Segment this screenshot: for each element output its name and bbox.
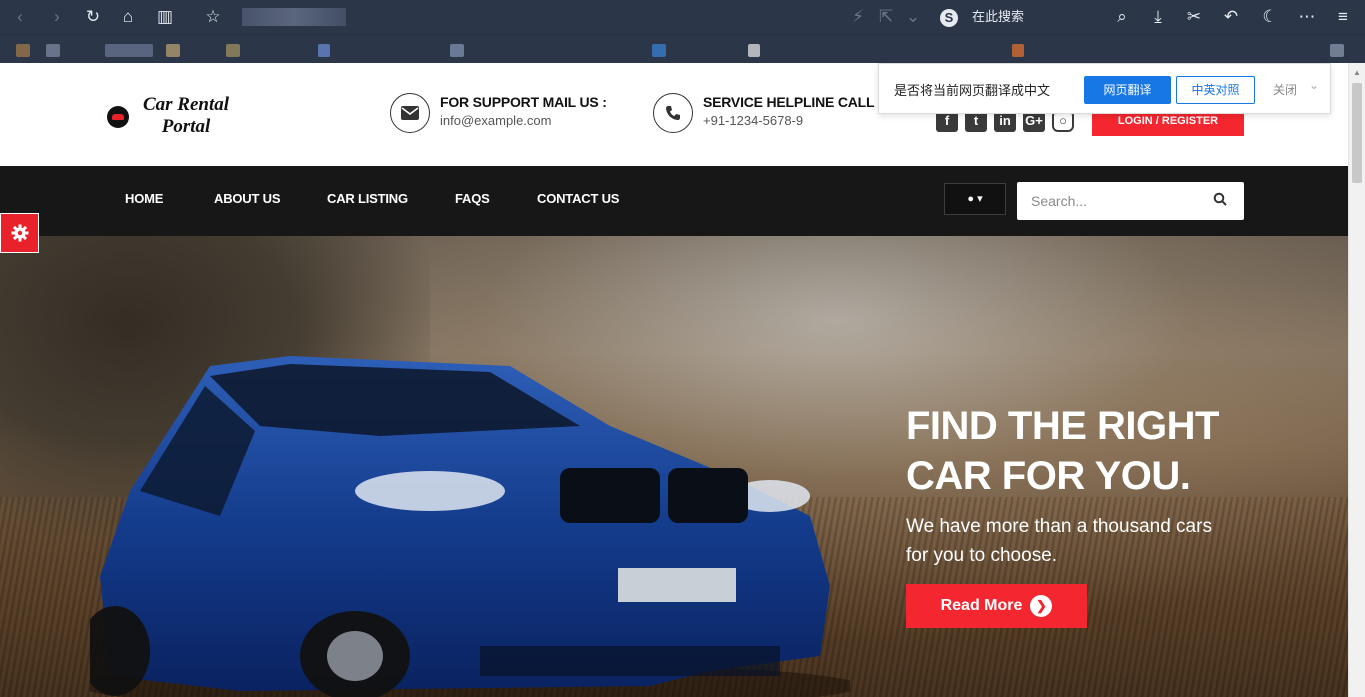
hero-title-line-2: CAR FOR YOU. <box>906 454 1191 498</box>
bookmark-item[interactable] <box>16 44 30 57</box>
user-icon: ● <box>967 193 975 205</box>
menu-icon[interactable]: ≡ <box>1329 0 1357 34</box>
read-more-button[interactable]: Read More ❯ <box>906 584 1087 628</box>
page-scrollbar[interactable]: ▲ <box>1348 63 1365 697</box>
nav-faqs[interactable]: FAQS <box>455 191 490 206</box>
user-menu-button[interactable]: ● ▾ <box>944 183 1006 215</box>
nav-contact-us[interactable]: CONTACT US <box>537 191 619 206</box>
download-icon[interactable]: ⤓ <box>1144 0 1172 34</box>
search-icon[interactable] <box>1213 192 1231 210</box>
address-bar[interactable] <box>242 8 346 26</box>
more-icon[interactable]: ⋯ <box>1293 0 1321 34</box>
undo-icon[interactable]: ↶ <box>1217 0 1245 34</box>
nav-about-us[interactable]: ABOUT US <box>214 191 280 206</box>
translate-popup: 是否将当前网页翻译成中文 网页翻译 中英对照 关闭 ⌄ <box>878 63 1331 114</box>
site-search <box>1017 182 1244 220</box>
nav-car-listing[interactable]: CAR LISTING <box>327 191 408 206</box>
scissors-icon[interactable]: ✂ <box>1180 0 1208 34</box>
service-helpline-title: SERVICE HELPLINE CALL <box>703 94 875 110</box>
back-icon[interactable]: ‹ <box>6 0 34 34</box>
scroll-thumb[interactable] <box>1352 83 1362 183</box>
bookmark-item[interactable] <box>318 44 330 57</box>
bookmark-item[interactable] <box>105 44 153 57</box>
bookmark-item[interactable] <box>46 44 60 57</box>
support-mail-value[interactable]: info@example.com <box>440 113 551 128</box>
nav-home[interactable]: HOME <box>125 191 163 206</box>
service-helpline-value[interactable]: +91-1234-5678-9 <box>703 113 803 128</box>
hero-car-image <box>90 356 850 697</box>
logo-line-1: Car Rental <box>142 94 230 115</box>
car-logo-icon <box>107 106 129 128</box>
hero-subtitle: We have more than a thousand cars for yo… <box>906 516 1212 566</box>
bookmark-item[interactable] <box>1012 44 1024 57</box>
lightning-icon[interactable]: ⚡ <box>844 0 872 34</box>
arrow-right-icon: ❯ <box>1030 595 1053 617</box>
bookmark-item[interactable] <box>450 44 464 57</box>
bilingual-button[interactable]: 中英对照 <box>1176 76 1255 104</box>
reader-icon[interactable]: ▥ <box>151 0 179 34</box>
browser-toolbar: ‹ › ↻ ⌂ ▥ ☆ ⚡ ⇱ ⌄ S 在此搜索 ⌕ ⤓ ✂ ↶ ☾ ⋯ ≡ <box>0 0 1365 34</box>
chevron-down-icon[interactable]: ⌄ <box>899 0 927 34</box>
main-navbar: HOME ABOUT US CAR LISTING FAQS CONTACT U… <box>0 166 1348 236</box>
browser-search-placeholder: 在此搜索 <box>972 9 1025 24</box>
search-icon[interactable]: ⌕ <box>1108 0 1136 34</box>
bookmark-item[interactable] <box>1330 44 1344 57</box>
gear-icon <box>11 224 28 242</box>
hero-title: FIND THE RIGHT CAR FOR YOU. <box>906 401 1326 501</box>
refresh-icon[interactable]: ↻ <box>79 0 107 34</box>
settings-tab[interactable] <box>0 213 39 253</box>
logo-line-2: Portal <box>161 116 211 137</box>
support-mail: FOR SUPPORT MAIL US : info@example.com <box>390 93 620 133</box>
bookmark-item[interactable] <box>748 44 760 57</box>
translate-close-button[interactable]: 关闭 <box>1273 81 1297 98</box>
bookmark-item[interactable] <box>226 44 240 57</box>
share-icon[interactable]: ⇱ <box>872 0 900 34</box>
scroll-up-icon[interactable]: ▲ <box>1353 68 1361 77</box>
envelope-icon <box>390 93 430 133</box>
translate-page-button[interactable]: 网页翻译 <box>1084 76 1171 104</box>
bookmark-item[interactable] <box>652 44 666 57</box>
hero-banner: FIND THE RIGHT CAR FOR YOU. We have more… <box>0 236 1348 697</box>
site-logo[interactable]: Car Rental Portal <box>107 94 237 138</box>
service-helpline: SERVICE HELPLINE CALL +91-1234-5678-9 <box>653 93 893 133</box>
chevron-down-icon[interactable]: ⌄ <box>1309 78 1319 92</box>
read-more-label: Read More <box>940 597 1023 614</box>
moon-icon[interactable]: ☾ <box>1256 0 1284 34</box>
user-menu-caret: ▾ <box>977 193 983 205</box>
translate-prompt: 是否将当前网页翻译成中文 <box>894 83 1051 98</box>
support-mail-title: FOR SUPPORT MAIL US : <box>440 94 607 110</box>
forward-icon[interactable]: › <box>43 0 71 34</box>
home-icon[interactable]: ⌂ <box>114 0 142 34</box>
bookmarks-bar <box>0 34 1365 63</box>
sogou-icon: S <box>940 8 958 27</box>
hero-title-line-1: FIND THE RIGHT <box>906 404 1219 448</box>
search-input[interactable] <box>1017 182 1207 220</box>
bookmark-item[interactable] <box>166 44 180 57</box>
star-icon[interactable]: ☆ <box>199 0 227 34</box>
phone-icon <box>653 93 693 133</box>
